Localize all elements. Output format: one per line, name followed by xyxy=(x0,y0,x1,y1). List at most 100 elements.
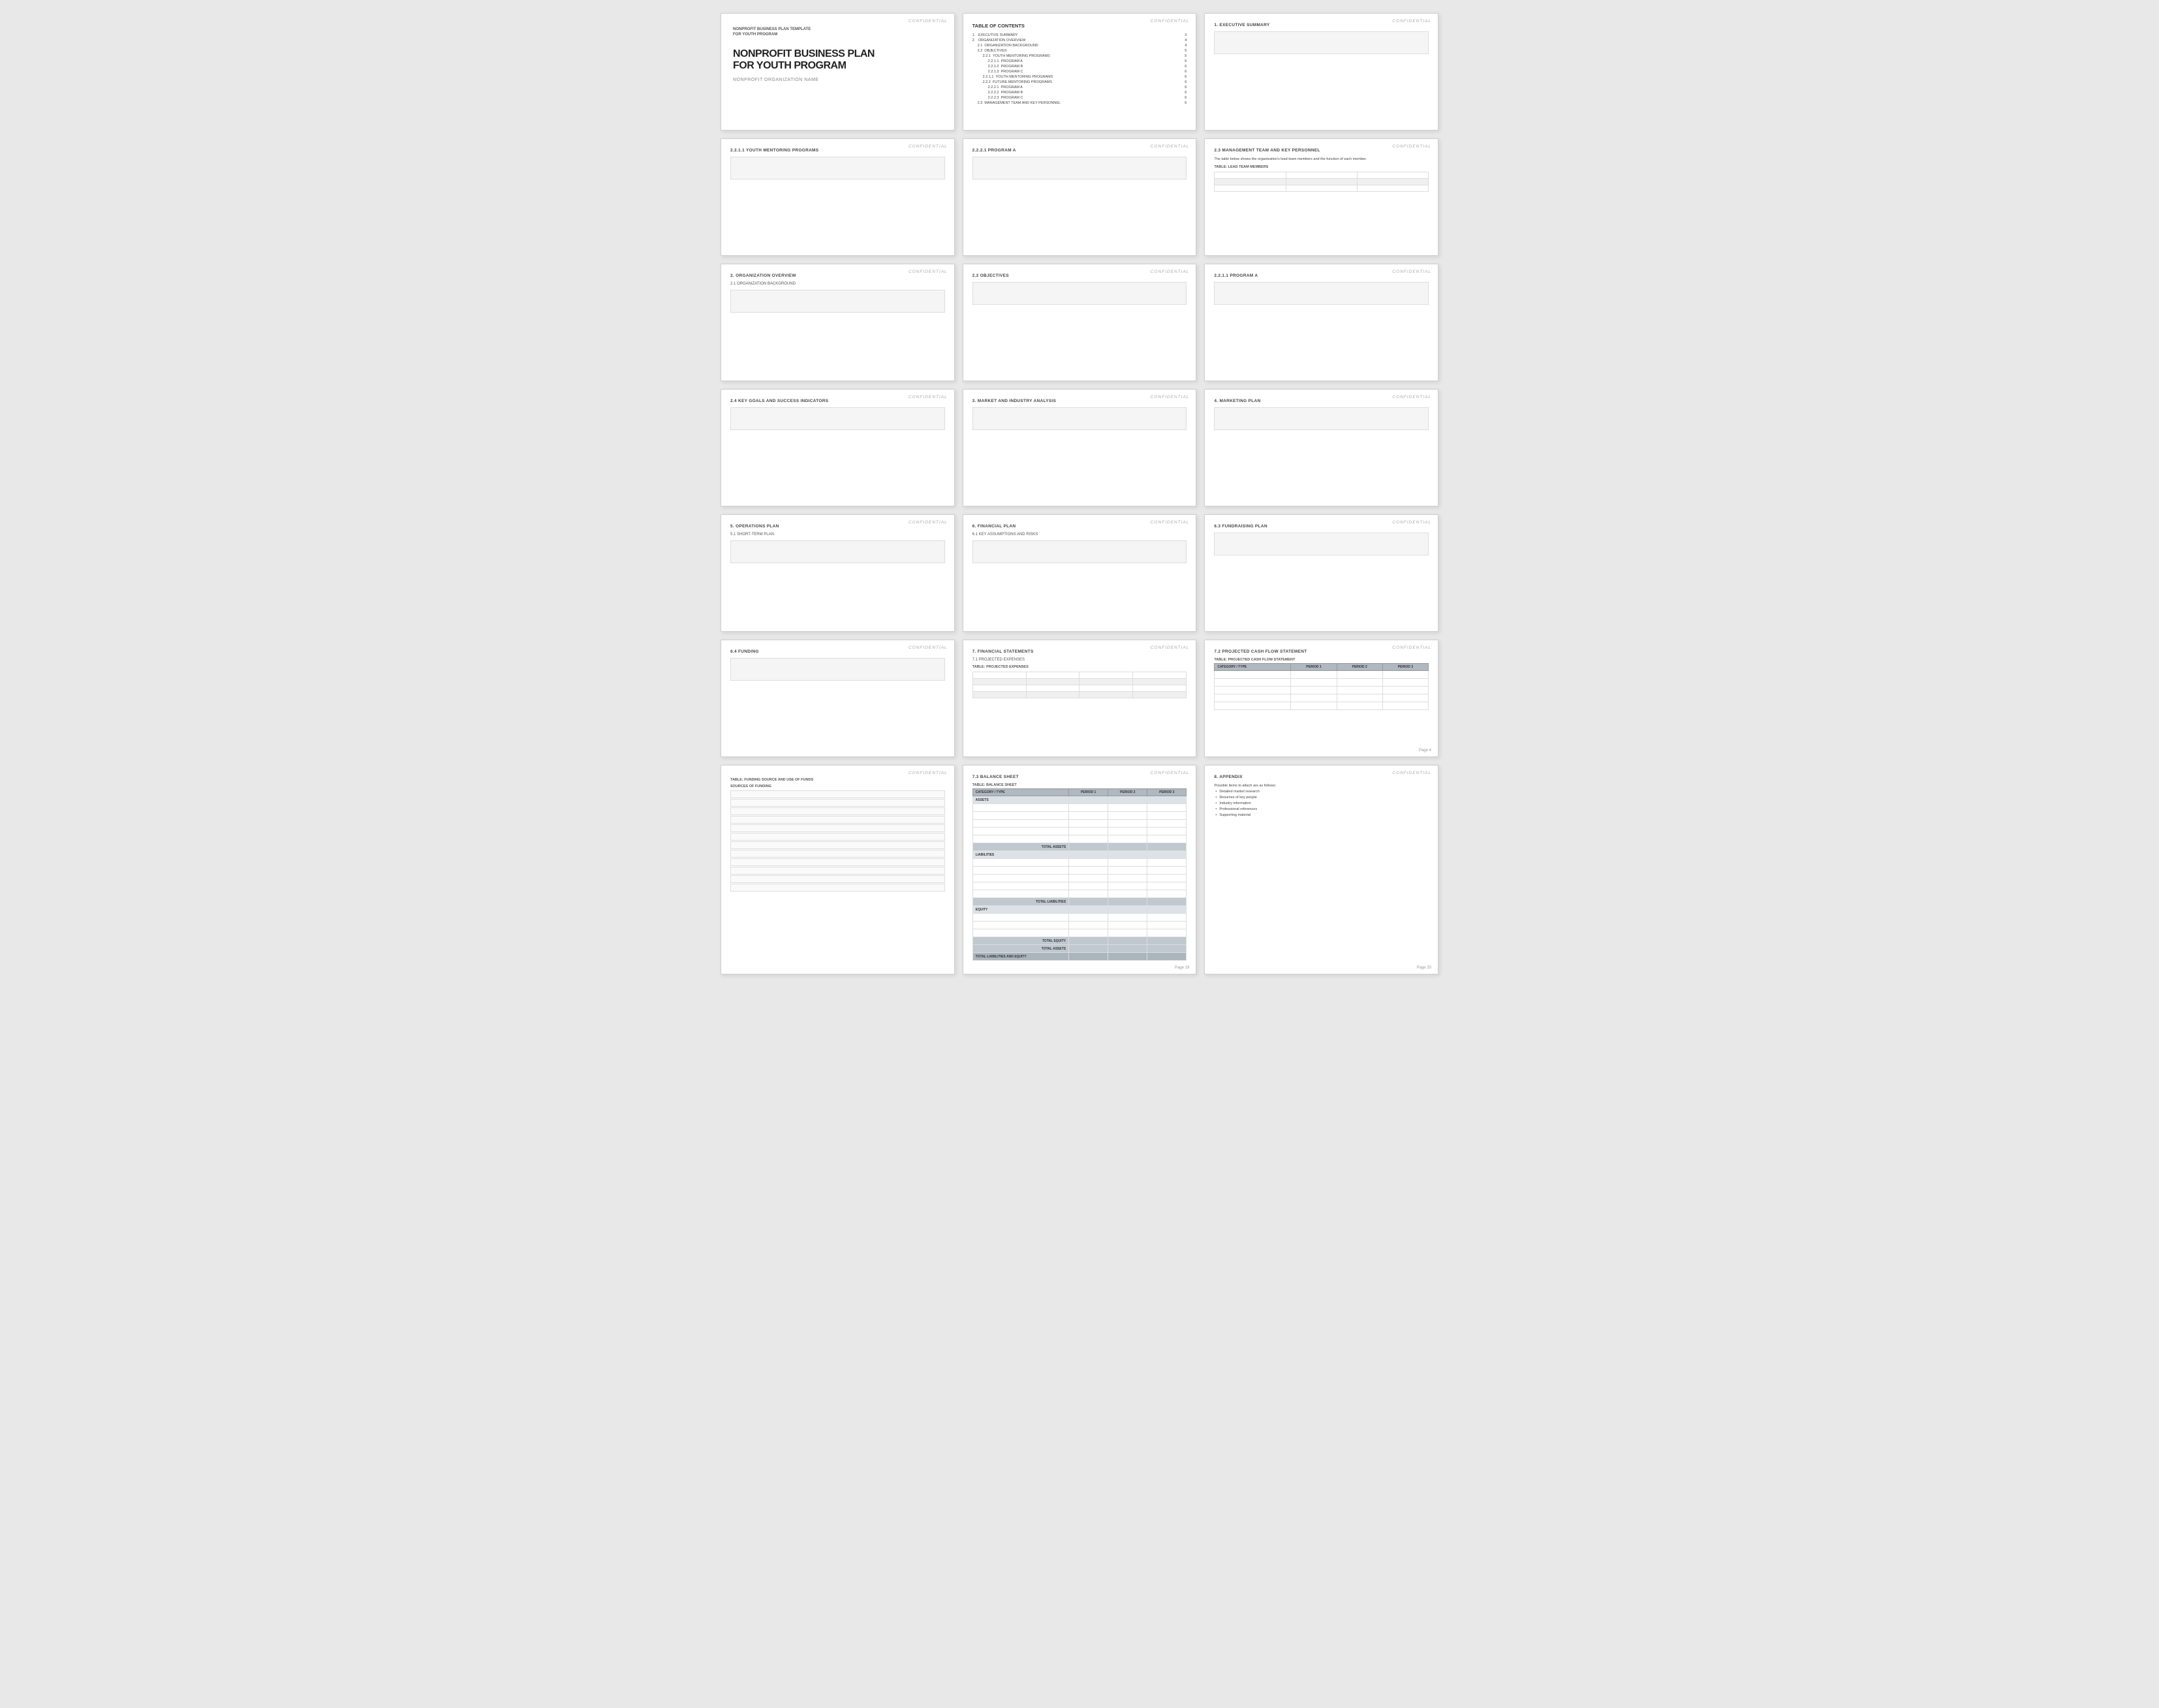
content-placeholder xyxy=(730,540,945,563)
funding-row xyxy=(730,867,945,875)
toc-item: 1. EXECUTIVE SUMMARY3 xyxy=(972,33,1187,38)
toc-item: 2.2.1.2 PROGRAM B6 xyxy=(972,64,1187,69)
confidential-label: CONFIDENTIAL xyxy=(1392,270,1431,274)
confidential-label: CONFIDENTIAL xyxy=(1392,19,1431,23)
cash-flow-card: CONFIDENTIAL 7.2 PROJECTED CASH FLOW STA… xyxy=(1204,640,1438,757)
operations-card: CONFIDENTIAL 5. OPERATIONS PLAN 5.1 SHOR… xyxy=(721,514,955,632)
total-liabilities-row: TOTAL LIABILITIES xyxy=(972,898,1187,906)
content-placeholder xyxy=(1214,533,1429,555)
assets-header-row: ASSETS xyxy=(972,796,1187,804)
total-liabilities-equity-label: TOTAL LIABILITIES AND EQUITY xyxy=(972,953,1068,961)
section-title: 5. OPERATIONS PLAN xyxy=(730,524,945,529)
col-header: PERIOD 2 xyxy=(1108,789,1147,796)
funding-row xyxy=(730,816,945,824)
mgmt-team-card: CONFIDENTIAL 2.3 MANAGEMENT TEAM AND KEY… xyxy=(1204,138,1438,256)
section-title: 8. APPENDIX xyxy=(1214,775,1429,779)
balance-sheet-table: CATEGORY / TYPE PERIOD 1 PERIOD 2 PERIOD… xyxy=(972,788,1187,961)
section-subtitle: 2.1 ORGANIZATION BACKGROUND xyxy=(730,282,945,286)
funding-row xyxy=(730,841,945,849)
section-title: 2.2.2.1 PROGRAM A xyxy=(972,148,1187,153)
grand-total-row: TOTAL LIABILITIES AND EQUITY xyxy=(972,953,1187,961)
funding-row xyxy=(730,833,945,841)
liabilities-label: LIABILITIES xyxy=(972,851,1068,859)
funding-row xyxy=(730,858,945,866)
confidential-label: CONFIDENTIAL xyxy=(1151,645,1190,650)
section-subtitle: 6.1 KEY ASSUMPTIONS AND RISKS xyxy=(972,533,1187,536)
financial-statements-card: CONFIDENTIAL 7. FINANCIAL STATEMENTS 7.1… xyxy=(963,640,1197,757)
toc-item: 2.3 MANAGEMENT TEAM AND KEY PERSONNEL6 xyxy=(972,101,1187,106)
toc-title: TABLE OF CONTENTS xyxy=(972,23,1187,29)
grand-total-assets-label: TOTAL ASSETS xyxy=(972,945,1068,953)
funding-sources-card: CONFIDENTIAL TABLE: FUNDING SOURCE AND U… xyxy=(721,765,955,974)
table-row xyxy=(972,859,1187,867)
appendix-card: CONFIDENTIAL 8. APPENDIX Possible items … xyxy=(1204,765,1438,974)
confidential-label: CONFIDENTIAL xyxy=(909,144,948,149)
youth-mentoring-card: CONFIDENTIAL 2.2.1.1 YOUTH MENTORING PRO… xyxy=(721,138,955,256)
section-subtitle: 7.1 PROJECTED EXPENSES xyxy=(972,658,1187,662)
cover-card: CONFIDENTIAL NONPROFIT BUSINESS PLAN TEM… xyxy=(721,13,955,131)
confidential-label: CONFIDENTIAL xyxy=(909,771,948,775)
lead-team-table xyxy=(1214,172,1429,192)
funding-row xyxy=(730,850,945,858)
confidential-label: CONFIDENTIAL xyxy=(1392,395,1431,399)
fundraising-card: CONFIDENTIAL 6.3 FUNDRAISING PLAN xyxy=(1204,514,1438,632)
document-grid: CONFIDENTIAL NONPROFIT BUSINESS PLAN TEM… xyxy=(721,13,1438,974)
table-label: TABLE: FUNDING SOURCE AND USE OF FUNDS xyxy=(730,778,945,782)
section-title: 7.3 BALANCE SHEET xyxy=(972,775,1187,779)
content-placeholder xyxy=(972,407,1187,430)
table-row xyxy=(972,922,1187,929)
page-number: Page 20 xyxy=(1417,966,1431,970)
confidential-label: CONFIDENTIAL xyxy=(1151,144,1190,149)
section-title: 2.2.1.1 PROGRAM A xyxy=(1214,273,1429,278)
table-row xyxy=(972,875,1187,882)
confidential-label: CONFIDENTIAL xyxy=(909,645,948,650)
content-placeholder xyxy=(972,157,1187,179)
market-analysis-card: CONFIDENTIAL 3. MARKET AND INDUSTRY ANAL… xyxy=(963,389,1197,506)
page-number: Page 4 xyxy=(1419,749,1431,753)
table-row xyxy=(972,820,1187,828)
objectives-card: CONFIDENTIAL 2.2 OBJECTIVES xyxy=(963,264,1197,381)
appendix-bullet: Supporting material xyxy=(1214,812,1429,818)
section-title: 2.2 OBJECTIVES xyxy=(972,273,1187,278)
confidential-label: CONFIDENTIAL xyxy=(1151,520,1190,525)
toc-card: CONFIDENTIAL TABLE OF CONTENTS 1. EXECUT… xyxy=(963,13,1197,131)
confidential-label: CONFIDENTIAL xyxy=(1151,19,1190,23)
table-label: TABLE: PROJECTED CASH FLOW STATEMENT xyxy=(1214,658,1429,662)
table-label: TABLE: LEAD TEAM MEMBERS xyxy=(1214,165,1429,169)
funding-row xyxy=(730,875,945,883)
grand-total-assets-row: TOTAL ASSETS xyxy=(972,945,1187,953)
section-title: 2. ORGANIZATION OVERVIEW xyxy=(730,273,945,278)
confidential-label: CONFIDENTIAL xyxy=(1151,771,1190,775)
toc-item: 2.2.2 FUTURE MENTORING PROGRAMS6 xyxy=(972,80,1187,85)
funding-row xyxy=(730,824,945,832)
section-title: 6.4 FUNDING xyxy=(730,649,945,654)
appendix-bullet: Detailed market research xyxy=(1214,788,1429,794)
table-row xyxy=(972,867,1187,875)
section-title: 6.3 FUNDRAISING PLAN xyxy=(1214,524,1429,529)
confidential-label: CONFIDENTIAL xyxy=(1151,395,1190,399)
table-row xyxy=(972,812,1187,820)
toc-item: 2.2.1.3 PROGRAM C6 xyxy=(972,69,1187,74)
appendix-bullet: Resumes of key people xyxy=(1214,794,1429,800)
section-title: 4. MARKETING PLAN xyxy=(1214,399,1429,403)
appendix-bullet: Professional references xyxy=(1214,806,1429,812)
table-row xyxy=(972,804,1187,812)
table-row xyxy=(972,882,1187,890)
confidential-label: CONFIDENTIAL xyxy=(909,270,948,274)
section-title: 2.2.1.1 YOUTH MENTORING PROGRAMS xyxy=(730,148,945,153)
appendix-body: Possible items to attach are as follows: xyxy=(1214,783,1429,788)
total-equity-row: TOTAL EQUITY xyxy=(972,937,1187,945)
balance-sheet-card: CONFIDENTIAL 7.3 BALANCE SHEET TABLE: BA… xyxy=(963,765,1197,974)
content-placeholder xyxy=(730,658,945,681)
toc-item: 2.2.2.3 PROGRAM C6 xyxy=(972,95,1187,101)
content-placeholder xyxy=(1214,31,1429,54)
equity-header-row: EQUITY xyxy=(972,906,1187,914)
section-title: 6. FINANCIAL PLAN xyxy=(972,524,1187,529)
funding-row xyxy=(730,790,945,798)
page-number: Page 19 xyxy=(1175,966,1189,970)
confidential-label: CONFIDENTIAL xyxy=(1151,270,1190,274)
confidential-label: CONFIDENTIAL xyxy=(1392,645,1431,650)
col-header: PERIOD 3 xyxy=(1382,664,1428,671)
toc-item: 2.2.1.1 PROGRAM A6 xyxy=(972,59,1187,64)
section-title: 2.4 KEY GOALS AND SUCCESS INDICATORS xyxy=(730,399,945,403)
